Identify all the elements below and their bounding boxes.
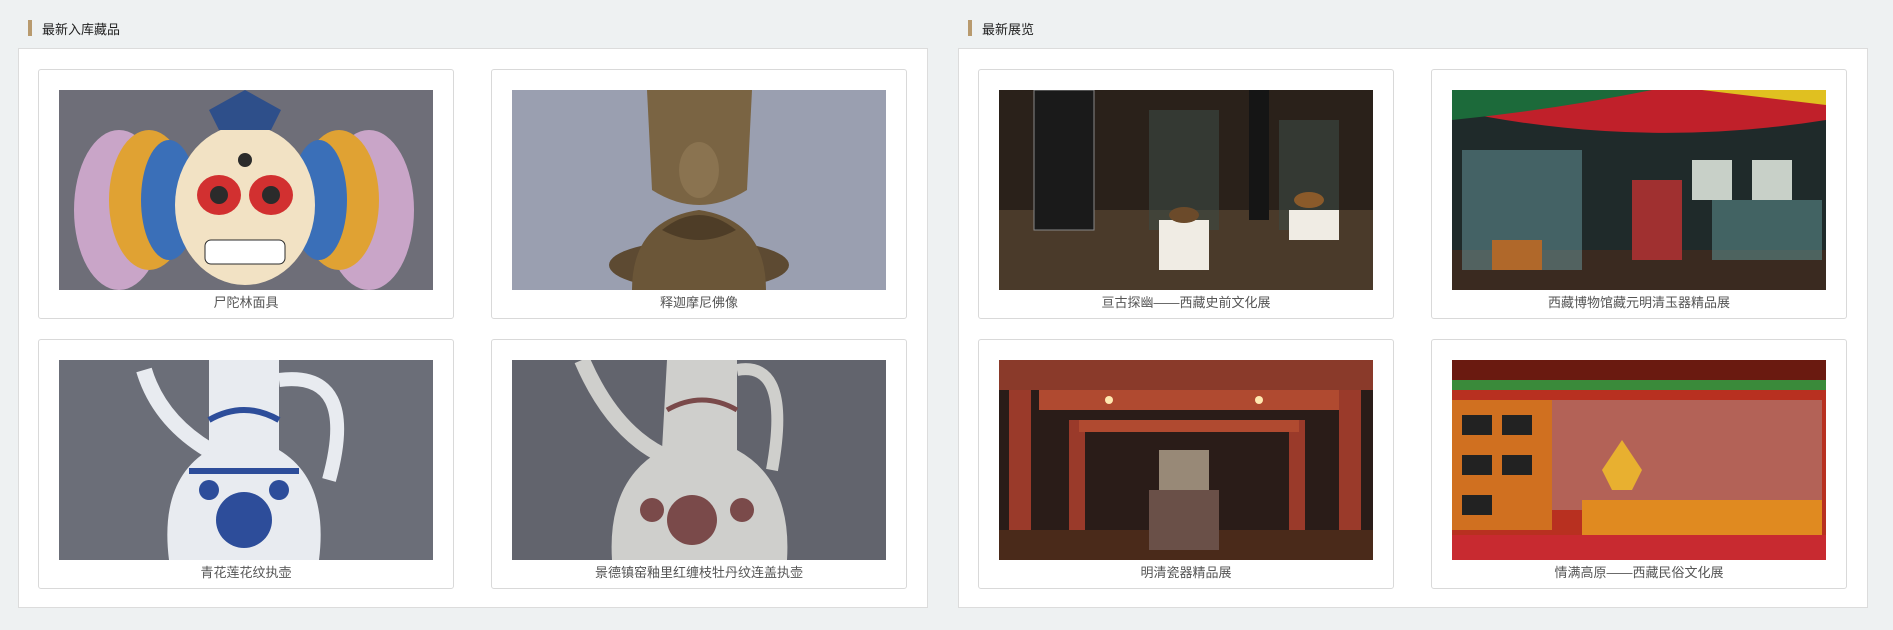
collection-card[interactable]: 景德镇窑釉里红缠枝牡丹纹连盖执壶	[491, 339, 907, 589]
jade-hall-image[interactable]	[1452, 90, 1826, 290]
collection-card[interactable]: 尸陀林面具	[38, 69, 454, 319]
exhibition-caption: 亘古探幽——西藏史前文化展	[1101, 295, 1271, 310]
porcelain-hall-image[interactable]	[999, 360, 1373, 560]
exhibition-caption: 情满高原——西藏民俗文化展	[1554, 565, 1724, 580]
exhibition-card[interactable]: 情满高原——西藏民俗文化展	[1431, 339, 1847, 589]
collections-title: 最新入库藏品	[42, 21, 121, 37]
exhibition-card[interactable]: 亘古探幽——西藏史前文化展	[978, 69, 1394, 319]
bronze-buddha-image[interactable]	[512, 90, 886, 290]
collection-caption: 青花莲花纹执壶	[200, 565, 292, 580]
exhibition-caption: 西藏博物馆藏元明清玉器精品展	[1547, 295, 1730, 310]
red-underglaze-ewer-image[interactable]	[512, 360, 886, 560]
collection-caption: 尸陀林面具	[213, 295, 279, 310]
title-accent-bar	[28, 20, 32, 36]
prehistoric-hall-image[interactable]	[999, 90, 1373, 290]
collections-section-title: 最新入库藏品	[28, 20, 121, 37]
exhibition-caption: 明清瓷器精品展	[1140, 565, 1232, 580]
title-accent-bar	[968, 20, 972, 36]
folk-hall-image[interactable]	[1452, 360, 1826, 560]
collection-caption: 景德镇窑釉里红缠枝牡丹纹连盖执壶	[594, 565, 803, 580]
exhibition-card[interactable]: 明清瓷器精品展	[978, 339, 1394, 589]
exhibition-card[interactable]: 西藏博物馆藏元明清玉器精品展	[1431, 69, 1847, 319]
collection-card[interactable]: 释迦摩尼佛像	[491, 69, 907, 319]
collection-card[interactable]: 青花莲花纹执壶	[38, 339, 454, 589]
collections-panel: 尸陀林面具 释迦摩尼佛像 青花莲花纹执壶 景德镇窑釉里红缠枝牡丹纹连盖执壶	[18, 48, 928, 608]
blue-white-ewer-image[interactable]	[59, 360, 433, 560]
exhibitions-title: 最新展览	[982, 21, 1035, 37]
exhibitions-section-title: 最新展览	[968, 20, 1035, 37]
exhibitions-panel: 亘古探幽——西藏史前文化展 西藏博物馆藏元明清玉器精品展 明清瓷器精品展 情满高…	[958, 48, 1868, 608]
tibetan-mask-image[interactable]	[59, 90, 433, 290]
collection-caption: 释迦摩尼佛像	[659, 295, 738, 310]
